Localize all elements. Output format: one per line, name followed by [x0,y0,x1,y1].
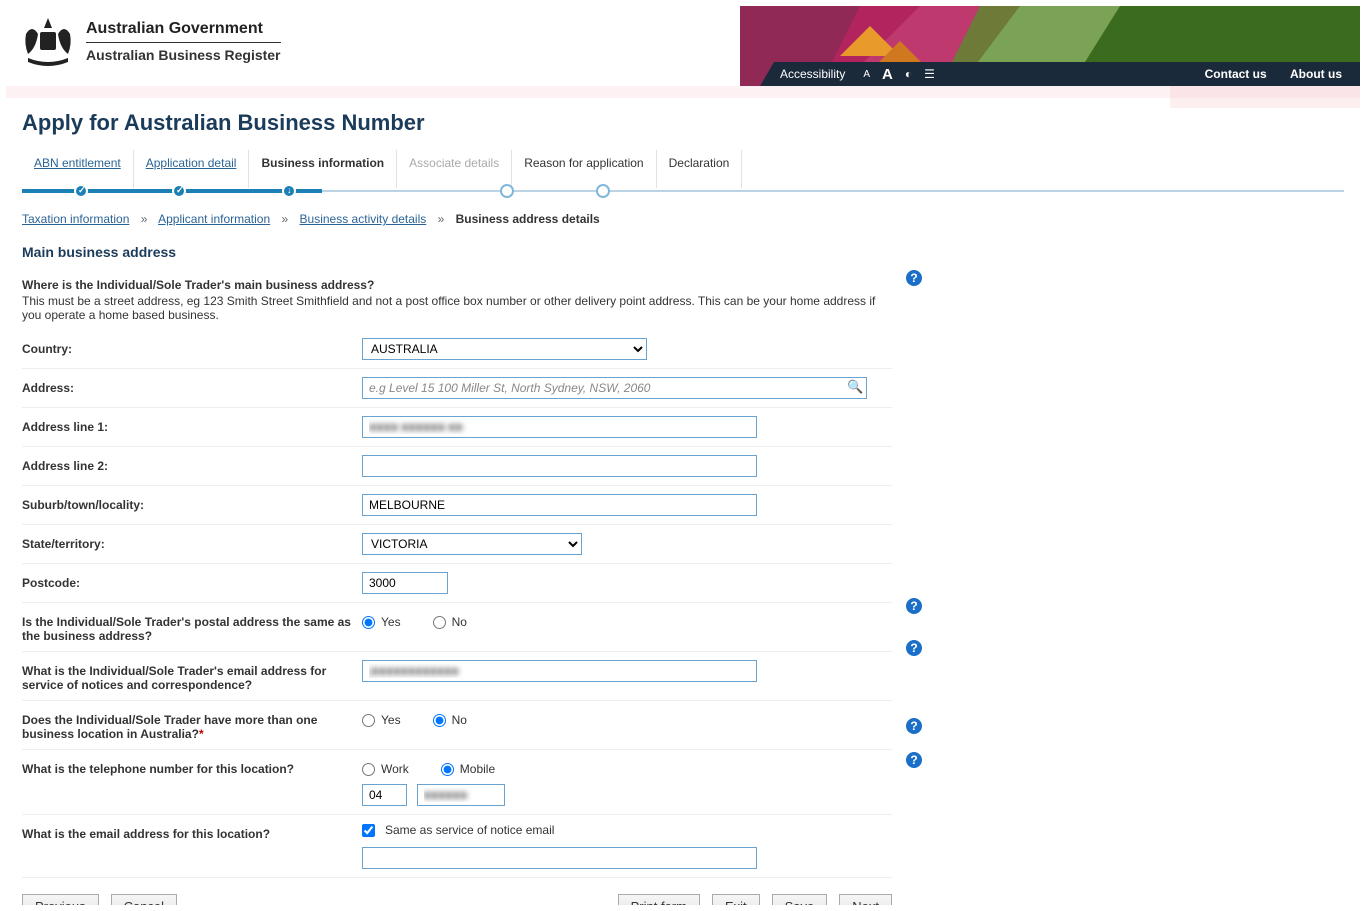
label-postcode: Postcode: [22,572,362,590]
phone-number-input[interactable] [417,784,505,806]
label-phone: What is the telephone number for this lo… [22,758,362,776]
label-address-line1: Address line 1: [22,416,362,434]
section-title: Main business address [22,244,1344,260]
gov-title: Australian Government [86,20,281,43]
help-icon-email-service[interactable]: ? [906,598,922,614]
label-state: State/territory: [22,533,362,551]
label-country: Country: [22,338,362,356]
address-search-input[interactable] [362,377,867,399]
label-postal-same: Is the Individual/Sole Trader's postal a… [22,611,362,643]
phone-type-work[interactable] [362,763,375,776]
exit-button[interactable]: Exit [712,894,760,905]
same-as-notice-email-label: Same as service of notice email [385,823,554,837]
label-address-line2: Address line 2: [22,455,362,473]
progress-dot-6 [596,184,610,198]
progress-dot-2 [172,184,186,198]
accessibility-link[interactable]: Accessibility [780,67,845,81]
page-title: Apply for Australian Business Number [22,110,1344,136]
step-declaration[interactable]: Declaration [657,150,743,188]
about-us-link[interactable]: About us [1290,67,1342,81]
address-line2-input[interactable] [362,455,757,477]
font-size-large[interactable]: A [882,66,893,83]
header: Australian Government Australian Busines… [6,6,1360,86]
question-main-address-help: This must be a street address, eg 123 Sm… [22,294,892,322]
step-business-information[interactable]: Business information [249,150,397,188]
pink-band [6,86,1360,98]
label-email-service: What is the Individual/Sole Trader's ema… [22,660,362,692]
step-associate-details: Associate details [397,150,512,188]
postal-same-no[interactable] [433,616,446,629]
print-form-button[interactable]: Print form [618,894,700,905]
progress-dot-3 [282,184,296,198]
step-tabs: ABN entitlement Application detail Busin… [22,150,1344,188]
phone-type-mobile[interactable] [441,763,454,776]
progress-dot-5 [500,184,514,198]
step-abn-entitlement[interactable]: ABN entitlement [22,150,134,188]
label-suburb: Suburb/town/locality: [22,494,362,512]
breadcrumb: Taxation information » Applicant informa… [22,212,1344,226]
step-application-detail[interactable]: Application detail [134,150,250,188]
search-icon[interactable]: 🔍 [847,379,865,397]
country-select[interactable]: AUSTRALIA [362,338,647,360]
label-address: Address: [22,377,362,395]
form-buttons: Previous Cancel Print form Exit Save Nex… [22,878,892,905]
next-button[interactable]: Next [839,894,892,905]
multi-loc-no[interactable] [433,714,446,727]
phone-area-input[interactable] [362,784,407,806]
crumb-applicant[interactable]: Applicant information [158,212,270,226]
crumb-activity[interactable]: Business activity details [300,212,427,226]
cancel-button[interactable]: Cancel [111,894,177,905]
help-icon-phone[interactable]: ? [906,718,922,734]
previous-button[interactable]: Previous [22,894,99,905]
abr-title: Australian Business Register [86,47,281,63]
help-icon-main-address[interactable]: ? [906,270,922,286]
crumb-current: Business address details [456,212,600,226]
step-reason[interactable]: Reason for application [512,150,656,188]
postcode-input[interactable] [362,572,448,594]
help-icon-multi-location[interactable]: ? [906,640,922,656]
label-email-location: What is the email address for this locat… [22,823,362,841]
question-main-address: Where is the Individual/Sole Trader's ma… [22,278,892,292]
contrast-toggle-icon[interactable]: ◐ [905,67,912,81]
font-size-small[interactable]: A [863,69,870,80]
pink-band-right [1170,86,1360,108]
location-email-input[interactable] [362,847,757,869]
multi-loc-yes[interactable] [362,714,375,727]
label-multi-location: Does the Individual/Sole Trader have mor… [22,709,362,741]
progress-dot-1 [74,184,88,198]
same-as-notice-email-checkbox[interactable] [362,824,375,837]
menu-icon[interactable]: ☰ [924,67,935,81]
address-line1-input[interactable] [362,416,757,438]
email-service-input[interactable] [362,660,757,682]
aus-crest-icon [18,14,78,69]
crumb-taxation[interactable]: Taxation information [22,212,129,226]
contact-us-link[interactable]: Contact us [1205,67,1267,81]
top-utility-bar: Accessibility A A ◐ ☰ Contact us About u… [760,62,1360,86]
postal-same-yes[interactable] [362,616,375,629]
save-button[interactable]: Save [772,894,828,905]
progress-bar [22,184,1344,198]
suburb-input[interactable] [362,494,757,516]
state-select[interactable]: VICTORIA [362,533,582,555]
help-icon-location-email[interactable]: ? [906,752,922,768]
